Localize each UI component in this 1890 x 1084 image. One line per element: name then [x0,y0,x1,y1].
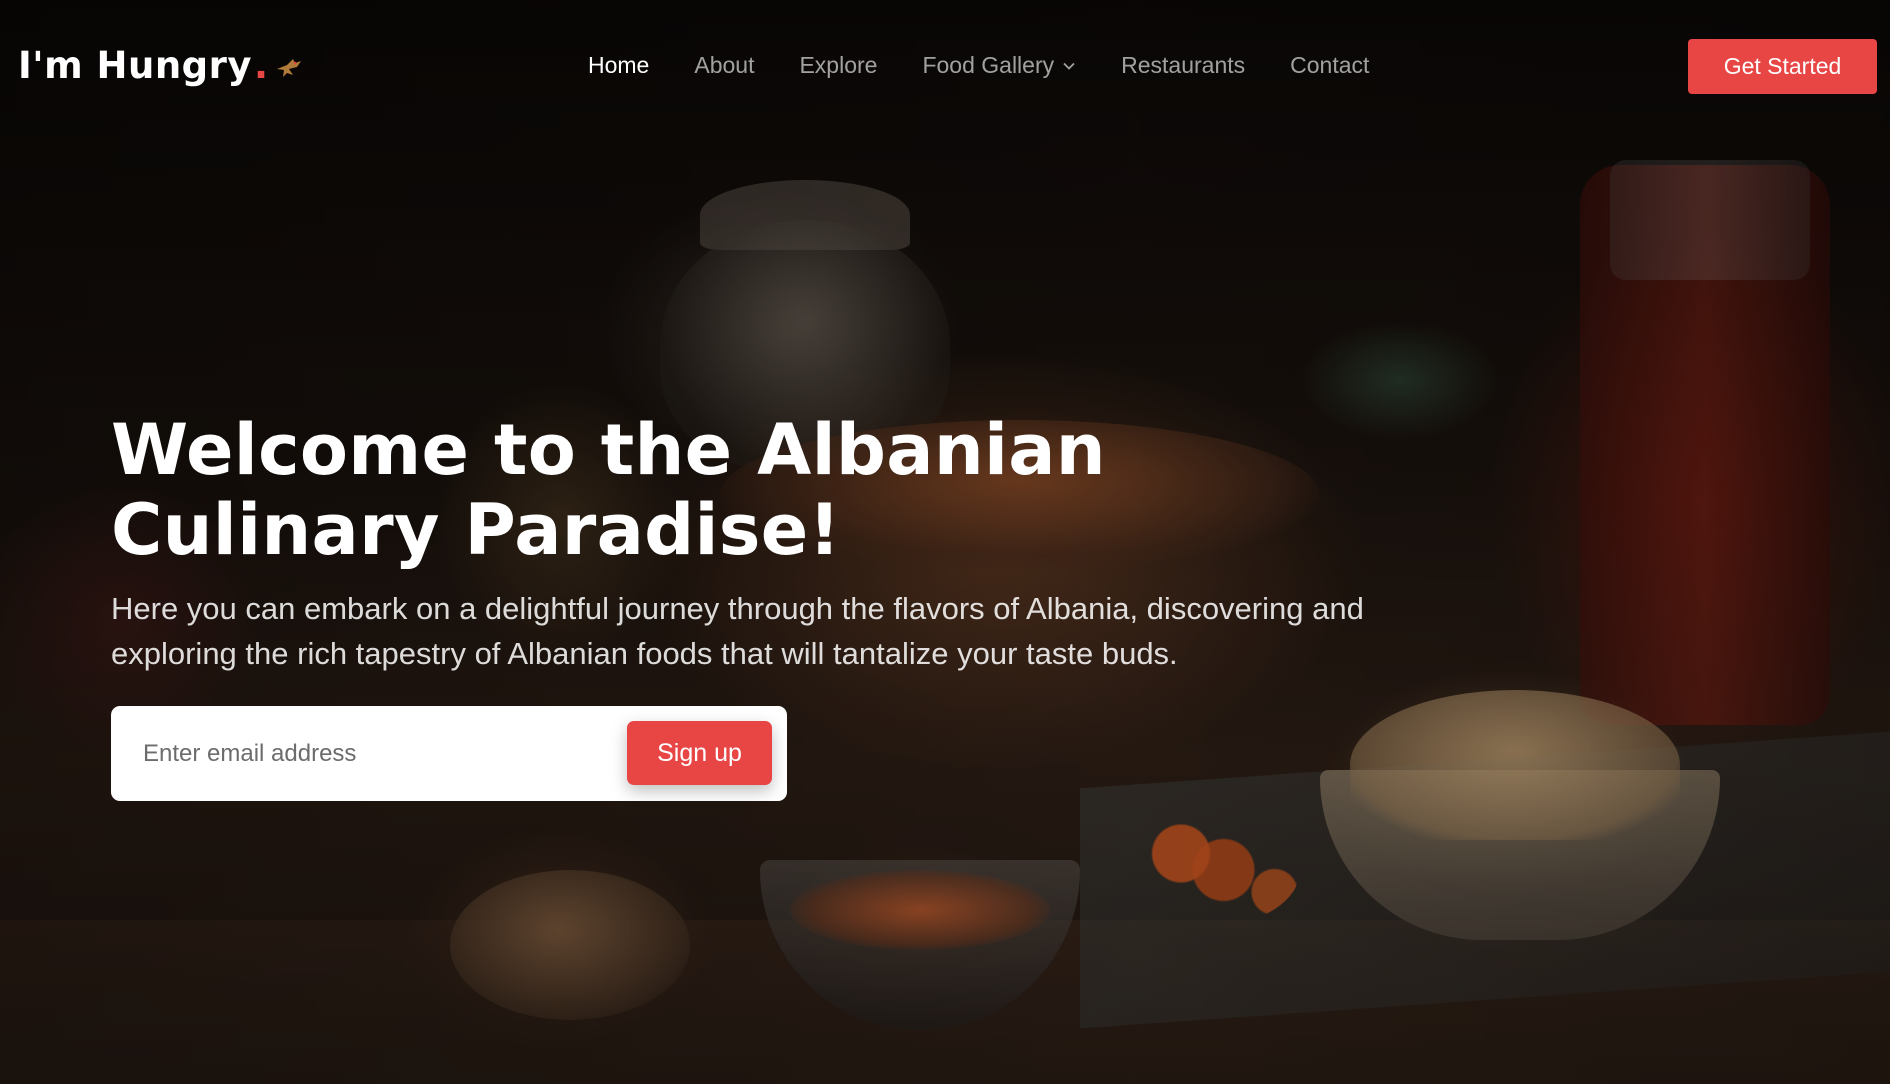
nav-explore[interactable]: Explore [799,52,877,79]
logo[interactable]: I'm Hungry . [18,44,303,87]
nav-food-gallery-label: Food Gallery [922,52,1055,78]
nav-restaurants[interactable]: Restaurants [1121,52,1245,79]
site-header: I'm Hungry . Home About Explore Food Gal… [0,0,1890,135]
hero-section: I'm Hungry . Home About Explore Food Gal… [0,0,1890,1084]
hero-title: Welcome to the Albanian Culinary Paradis… [111,409,1106,571]
bird-icon [276,59,301,77]
hero-subtitle: Here you can embark on a delightful jour… [111,591,1364,671]
logo-dot: . [254,44,269,87]
hero-content: Welcome to the Albanian Culinary Paradis… [111,410,1411,801]
email-input[interactable] [143,726,703,781]
nav-contact[interactable]: Contact [1290,52,1369,79]
nav-about[interactable]: About [694,52,754,79]
nav-food-gallery[interactable]: Food Gallery [922,52,1076,79]
get-started-button[interactable]: Get Started [1688,39,1877,94]
main-nav: Home About Explore Food Gallery Restaura… [588,52,1369,79]
signup-button[interactable]: Sign up [627,721,772,785]
signup-form: Sign up [111,706,787,801]
chevron-down-icon [1063,62,1075,70]
nav-home[interactable]: Home [588,52,649,79]
logo-text: I'm Hungry [18,44,253,87]
